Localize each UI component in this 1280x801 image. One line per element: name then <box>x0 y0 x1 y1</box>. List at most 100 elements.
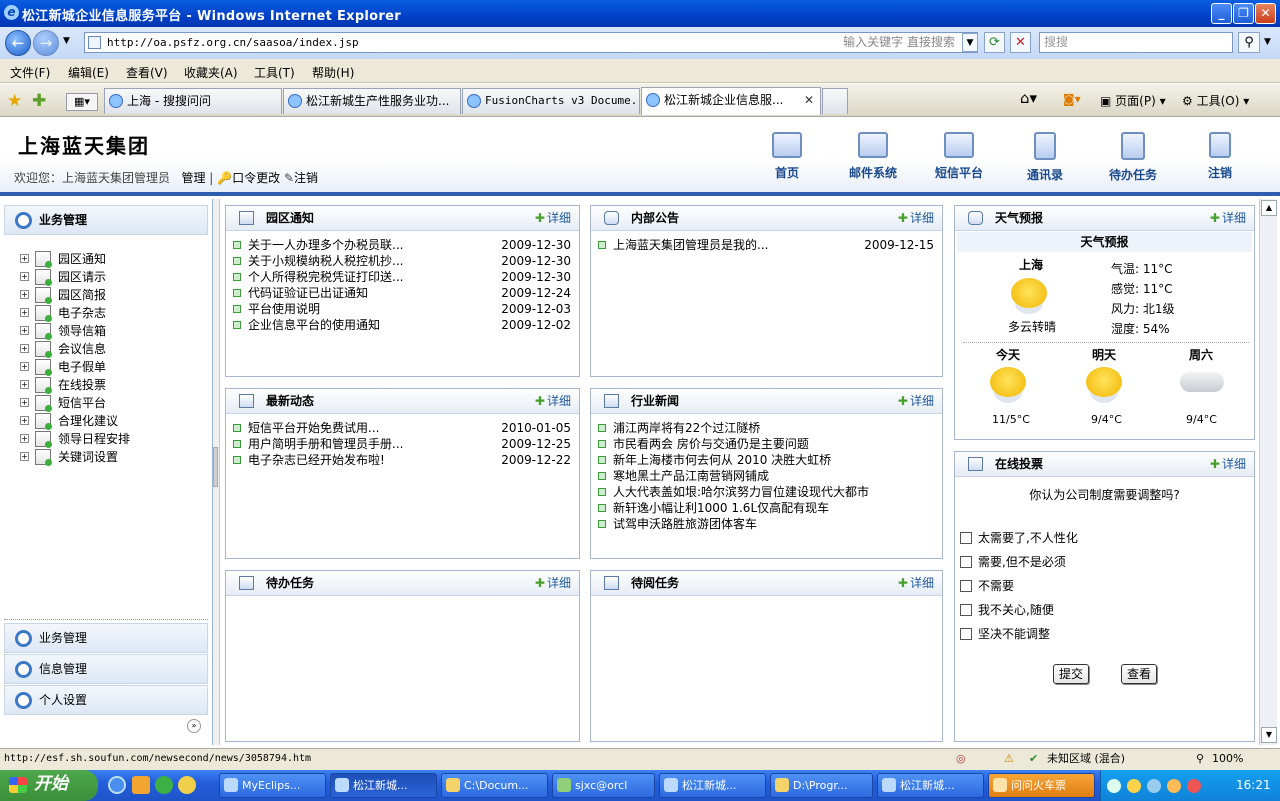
more-link[interactable]: ✚ 详细 <box>1210 457 1246 471</box>
expand-icon[interactable]: + <box>20 398 29 407</box>
list-item[interactable]: 新轩逸小幅让利1000 1.6L仅高配有现车 <box>598 500 934 516</box>
address-dropdown-icon[interactable]: ▼ <box>962 33 978 52</box>
taskbar-item-sql[interactable]: sjxc@orcl <box>552 773 655 798</box>
expand-icon[interactable]: + <box>20 290 29 299</box>
splitter-handle[interactable] <box>213 447 218 487</box>
sidebar-item-sms[interactable]: + 短信平台 <box>20 394 106 412</box>
sidebar-item-leave[interactable]: + 电子假单 <box>20 358 106 376</box>
sidebar-item-vote[interactable]: + 在线投票 <box>20 376 106 394</box>
nav-logout[interactable]: 注销 <box>1185 132 1255 181</box>
page-scrollbar[interactable]: ▲ ▼ <box>1259 199 1277 745</box>
zoom-icon[interactable]: ⚲ <box>1196 749 1204 769</box>
checkbox[interactable] <box>960 532 972 544</box>
start-button[interactable]: 开始 <box>0 770 98 801</box>
outlook-quicklaunch-icon[interactable] <box>132 776 150 794</box>
expand-icon[interactable]: + <box>20 452 29 461</box>
taskbar-item-myeclipse[interactable]: MyEclips... <box>219 773 326 798</box>
ie-quicklaunch-icon[interactable] <box>108 776 126 794</box>
favorites-star-icon[interactable]: ★ <box>7 91 22 111</box>
list-item[interactable]: 寒地黑土产品江南营销网铺成 <box>598 468 934 484</box>
search-options-icon[interactable]: ▼ <box>1264 37 1271 47</box>
list-item[interactable]: 代码证验证已出证通知 2009-12-24 <box>233 285 571 301</box>
nav-home[interactable]: 首页 <box>752 132 822 181</box>
more-link[interactable]: ✚ 详细 <box>898 394 934 408</box>
vote-option[interactable]: 太需要了,不人性化 <box>960 530 1078 546</box>
list-item[interactable]: 市民看两会 房价与交通仍是主要问题 <box>598 436 934 452</box>
sidebar-item-request[interactable]: + 园区请示 <box>20 268 106 286</box>
nav-contacts[interactable]: 通讯录 <box>1010 132 1080 183</box>
list-item[interactable]: 试驾申沃路胜旅游团体客车 <box>598 516 934 532</box>
list-item[interactable]: 平台使用说明 2009-12-03 <box>233 301 571 317</box>
tab-active-portal[interactable]: 松江新城企业信息服... ✕ <box>641 87 821 115</box>
tab-fusioncharts[interactable]: FusionCharts v3 Docume... <box>462 88 640 114</box>
sidebar-item-brief[interactable]: + 园区简报 <box>20 286 106 304</box>
scroll-up-icon[interactable]: ▲ <box>1261 200 1277 216</box>
list-item[interactable]: 个人所得税完税凭证打印送... 2009-12-30 <box>233 269 571 285</box>
menu-help[interactable]: 帮助(H) <box>312 64 354 81</box>
vote-submit-button[interactable]: 提交 <box>1053 664 1089 684</box>
list-item[interactable]: 浦江两岸将有22个过江隧桥 <box>598 420 934 436</box>
history-dropdown-icon[interactable]: ▼ <box>63 36 70 46</box>
expand-icon[interactable]: + <box>20 416 29 425</box>
nav-mail[interactable]: 邮件系统 <box>838 132 908 181</box>
checkbox[interactable] <box>960 556 972 568</box>
security-warning-icon[interactable]: ⚠ <box>1004 749 1014 769</box>
refresh-icon[interactable]: ⟳ <box>984 32 1005 53</box>
taskbar-item-train-ticket[interactable]: 问问火车票 <box>988 773 1095 798</box>
sidebar-item-notice[interactable]: + 园区通知 <box>20 250 106 268</box>
more-link[interactable]: ✚ 详细 <box>535 211 571 225</box>
list-item[interactable]: 新年上海楼市何去何从 2010 决胜大虹桥 <box>598 452 934 468</box>
list-item[interactable]: 上海蓝天集团管理员是我的... 2009-12-15 <box>598 237 934 253</box>
list-item[interactable]: 关于一人办理多个办税员联... 2009-12-30 <box>233 237 571 253</box>
zone-label[interactable]: 未知区域 (混合) <box>1047 749 1125 769</box>
stop-icon[interactable]: ✕ <box>1010 32 1031 53</box>
vote-view-button[interactable]: 查看 <box>1121 664 1157 684</box>
vote-option[interactable]: 我不关心,随便 <box>960 602 1054 618</box>
menu-edit[interactable]: 编辑(E) <box>68 64 109 81</box>
menu-favorites[interactable]: 收藏夹(A) <box>184 64 238 81</box>
tab-soso[interactable]: 上海 - 搜搜问问 <box>104 88 282 114</box>
list-item[interactable]: 人大代表盖如垠:哈尔滨努力冒位建设现代大都市 <box>598 484 934 500</box>
taskbar-item-ie2[interactable]: 松江新城... <box>659 773 766 798</box>
expand-icon[interactable]: + <box>20 308 29 317</box>
qq-quicklaunch-icon[interactable] <box>178 776 196 794</box>
checkbox[interactable] <box>960 604 972 616</box>
sidebar-item-keywords[interactable]: + 关键词设置 <box>20 448 118 466</box>
new-tab-button[interactable] <box>822 88 848 114</box>
more-link[interactable]: ✚ 详细 <box>535 576 571 590</box>
nav-sms[interactable]: 短信平台 <box>924 132 994 181</box>
sidebar-header[interactable]: 业务管理 <box>4 205 208 235</box>
back-button[interactable]: ← <box>5 30 31 56</box>
checkbox[interactable] <box>960 628 972 640</box>
tab-songjiang-service[interactable]: 松江新城生产性服务业功... <box>283 88 461 114</box>
sidebar-item-schedule[interactable]: + 领导日程安排 <box>20 430 130 448</box>
more-link[interactable]: ✚ 详细 <box>898 211 934 225</box>
expand-icon[interactable]: + <box>20 272 29 281</box>
scroll-down-icon[interactable]: ▼ <box>1261 727 1277 743</box>
nav-todo[interactable]: 待办任务 <box>1098 132 1168 183</box>
more-link[interactable]: ✚ 详细 <box>535 394 571 408</box>
more-link[interactable]: ✚ 详细 <box>898 576 934 590</box>
list-item[interactable]: 电子杂志已经开始发布啦! 2009-12-22 <box>233 452 571 468</box>
network-icon[interactable] <box>1107 779 1121 793</box>
antivirus-icon[interactable] <box>1187 779 1201 793</box>
add-favorite-icon[interactable]: ✚ <box>32 91 46 111</box>
privacy-icon[interactable]: ◎ <box>956 749 966 769</box>
expand-chevron-icon[interactable]: » <box>187 719 201 733</box>
quick-tabs-icon[interactable]: ▦▾ <box>66 93 98 111</box>
list-item[interactable]: 企业信息平台的使用通知 2009-12-02 <box>233 317 571 333</box>
expand-icon[interactable]: + <box>20 434 29 443</box>
list-item[interactable]: 用户简明手册和管理员手册... 2009-12-25 <box>233 436 571 452</box>
more-link[interactable]: ✚ 详细 <box>1210 211 1246 225</box>
list-item[interactable]: 短信平台开始免费试用... 2010-01-05 <box>233 420 571 436</box>
sidebar-item-meeting[interactable]: + 会议信息 <box>20 340 106 358</box>
list-item[interactable]: 关于小规模纳税人税控机抄... 2009-12-30 <box>233 253 571 269</box>
clock[interactable]: 16:21 <box>1236 770 1271 801</box>
logout-link[interactable]: 注销 <box>294 171 318 185</box>
expand-icon[interactable]: + <box>20 380 29 389</box>
expand-icon[interactable]: + <box>20 344 29 353</box>
vote-option[interactable]: 坚决不能调整 <box>960 626 1050 642</box>
forward-button[interactable]: → <box>33 30 59 56</box>
tools-menu[interactable]: ⚙ 工具(O) ▾ <box>1182 92 1249 109</box>
im-icon[interactable] <box>1167 779 1181 793</box>
